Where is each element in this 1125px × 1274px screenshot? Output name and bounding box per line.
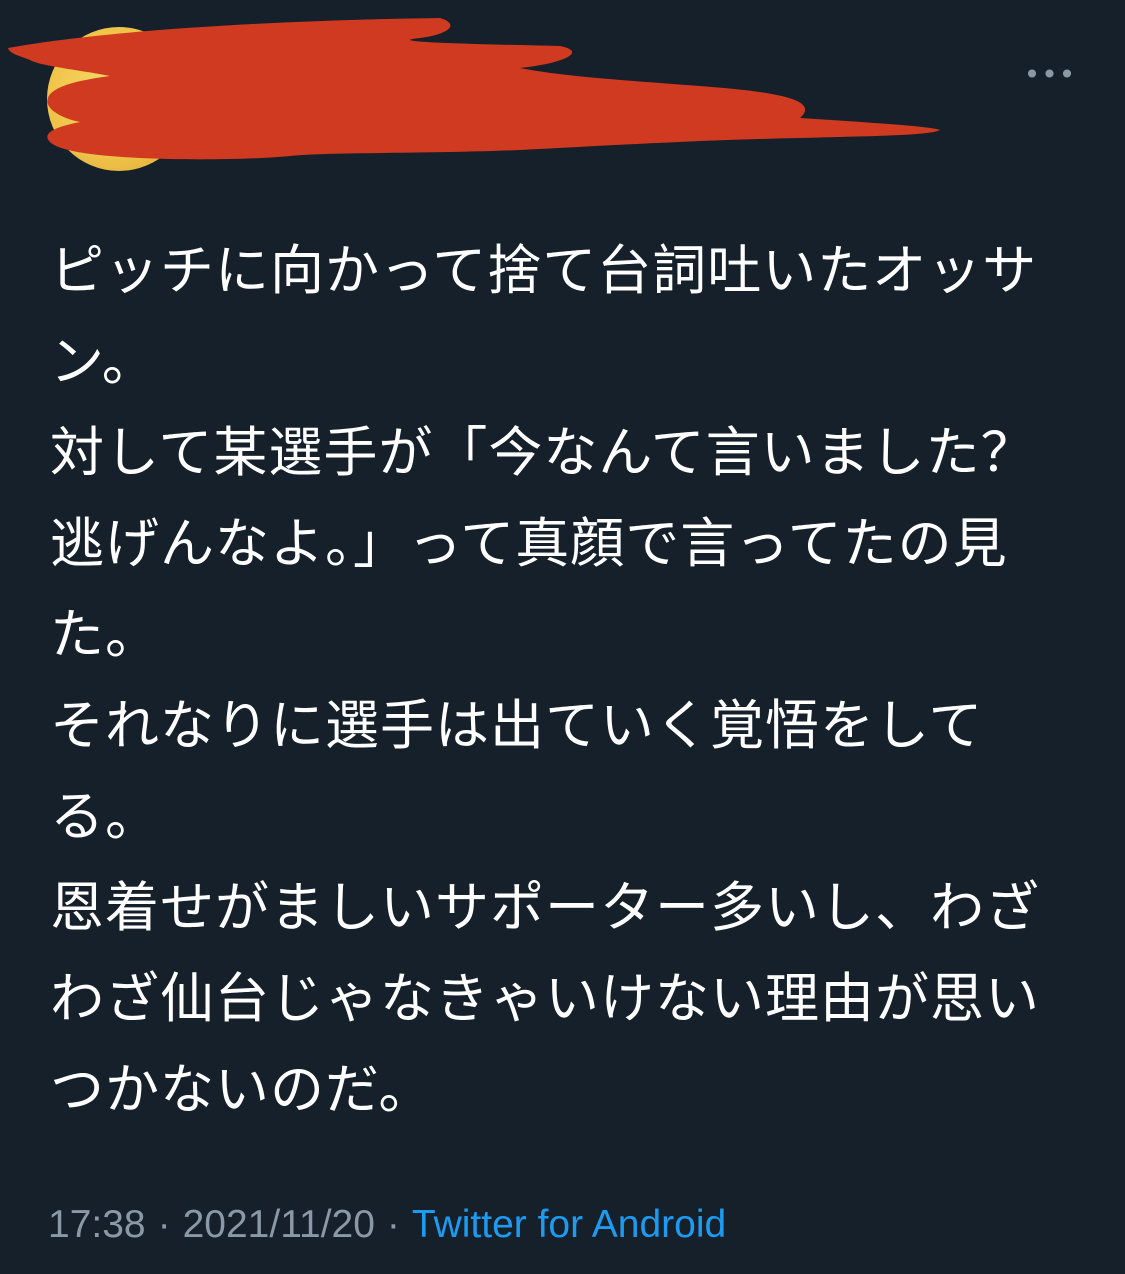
tweet-meta: 17:38 · 2021/11/20 · Twitter for Android [48, 1198, 726, 1252]
more-options-button[interactable]: ••• [1020, 56, 1080, 92]
more-horizontal-icon: ••• [1023, 57, 1077, 91]
tweet-date: 2021/11/20 [182, 1203, 375, 1246]
tweet-text: ピッチに向かって捨て台詞吐いたオッサン。 対して某選手が「今なんて言いました？逃… [50, 239, 1040, 1121]
meta-separator: · [157, 1203, 171, 1246]
meta-separator: · [386, 1203, 400, 1246]
tweet-header: ••• [0, 0, 1125, 190]
tweet-source-link[interactable]: Twitter for Android [412, 1203, 726, 1247]
redaction-scribble [8, 18, 940, 160]
tweet-time: 17:38 [48, 1203, 146, 1246]
